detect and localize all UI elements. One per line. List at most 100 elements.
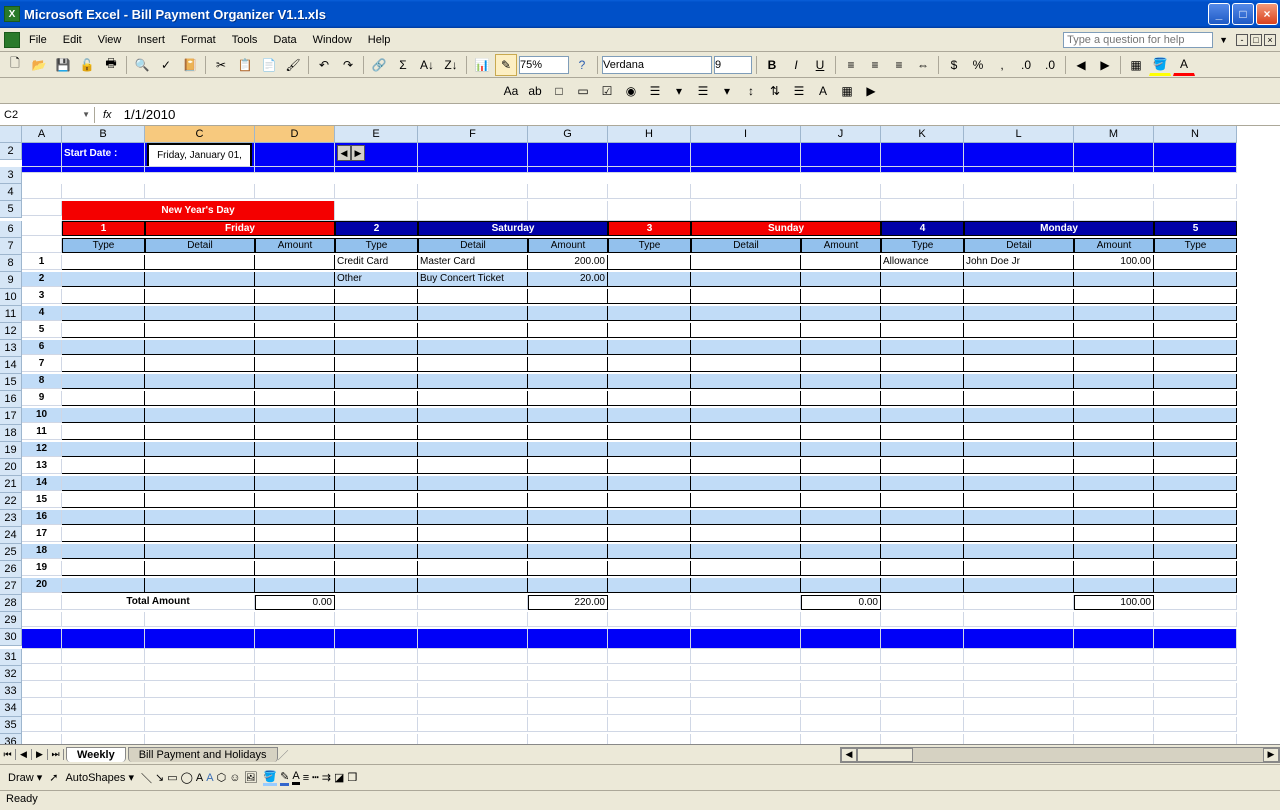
fx-icon[interactable]: fx bbox=[95, 109, 120, 121]
sort-desc-icon[interactable]: Z↓ bbox=[440, 54, 462, 76]
autoshapes-menu[interactable]: AutoShapes ▾ bbox=[61, 771, 138, 784]
increase-decimal-icon[interactable]: .0 bbox=[1015, 54, 1037, 76]
help-dropdown-icon[interactable]: ▼ bbox=[1219, 35, 1228, 45]
new-icon[interactable]: 🗋 bbox=[4, 54, 26, 76]
align-center-icon[interactable]: ≡ bbox=[864, 54, 886, 76]
decrease-indent-icon[interactable]: ◀ bbox=[1070, 54, 1092, 76]
listbox-icon[interactable]: ☰ bbox=[644, 80, 666, 102]
name-box[interactable]: C2 ▼ bbox=[0, 107, 95, 123]
menu-help[interactable]: Help bbox=[361, 32, 398, 48]
doc-close-button[interactable]: × bbox=[1264, 34, 1276, 46]
formula-input[interactable] bbox=[120, 105, 1280, 124]
group-box-icon[interactable]: □ bbox=[548, 80, 570, 102]
fill-color-draw-icon[interactable]: 🪣 bbox=[263, 770, 277, 786]
merge-center-icon[interactable]: ⇔ bbox=[912, 54, 934, 76]
font-size-input[interactable] bbox=[714, 56, 752, 74]
font-color-draw-icon[interactable]: A bbox=[292, 770, 299, 785]
shadow-icon[interactable]: ◪ bbox=[334, 771, 344, 784]
paste-icon[interactable]: 📄 bbox=[258, 54, 280, 76]
textbox-icon[interactable]: A bbox=[196, 772, 203, 784]
align-right-icon[interactable]: ≡ bbox=[888, 54, 910, 76]
doc-restore-button[interactable]: □ bbox=[1250, 34, 1262, 46]
line-color-icon[interactable]: ✎ bbox=[280, 770, 289, 786]
help-icon[interactable]: ? bbox=[571, 54, 593, 76]
toggle-grid-icon[interactable]: ▦ bbox=[836, 80, 858, 102]
3d-icon[interactable]: ❒ bbox=[347, 771, 357, 784]
bold-icon[interactable]: B bbox=[761, 54, 783, 76]
percent-icon[interactable]: % bbox=[967, 54, 989, 76]
diagram-icon[interactable]: ⬡ bbox=[217, 771, 227, 784]
rectangle-icon[interactable]: ▭ bbox=[167, 771, 177, 784]
sheet-tab-weekly[interactable]: Weekly bbox=[66, 747, 126, 762]
fill-color-icon[interactable]: 🪣 bbox=[1149, 54, 1171, 76]
spinner-icon[interactable]: ⇅ bbox=[764, 80, 786, 102]
menu-window[interactable]: Window bbox=[306, 32, 359, 48]
comma-icon[interactable]: , bbox=[991, 54, 1013, 76]
tab-nav-prev-icon[interactable]: ◀ bbox=[16, 749, 32, 760]
redo-icon[interactable]: ↷ bbox=[337, 54, 359, 76]
scrollbar-icon[interactable]: ↕ bbox=[740, 80, 762, 102]
borders-icon[interactable]: ▦ bbox=[1125, 54, 1147, 76]
research-icon[interactable]: 📔 bbox=[179, 54, 201, 76]
combo-list-icon[interactable]: ☰ bbox=[692, 80, 714, 102]
arrow-style-icon[interactable]: ⇉ bbox=[322, 771, 331, 784]
format-painter-icon[interactable]: 🖌 bbox=[282, 54, 304, 76]
minimize-button[interactable]: _ bbox=[1208, 3, 1230, 25]
combo-drop-icon[interactable]: ▾ bbox=[716, 80, 738, 102]
worksheet[interactable]: ABCDEFGHIJKLMN2Start Date :Friday, Janua… bbox=[0, 126, 1280, 744]
combobox-icon[interactable]: ▾ bbox=[668, 80, 690, 102]
sort-asc-icon[interactable]: A↓ bbox=[416, 54, 438, 76]
properties-icon[interactable]: ☰ bbox=[788, 80, 810, 102]
dash-style-icon[interactable]: ┅ bbox=[312, 771, 319, 784]
arrow-icon[interactable]: ↘ bbox=[155, 771, 164, 784]
menu-file[interactable]: File bbox=[22, 32, 54, 48]
align-left-icon[interactable]: ≡ bbox=[840, 54, 862, 76]
open-icon[interactable]: 📂 bbox=[28, 54, 50, 76]
menu-edit[interactable]: Edit bbox=[56, 32, 89, 48]
doc-minimize-button[interactable]: - bbox=[1236, 34, 1248, 46]
option-icon[interactable]: ◉ bbox=[620, 80, 642, 102]
draw-menu[interactable]: Draw ▾ bbox=[4, 771, 46, 784]
checkbox-icon[interactable]: ☑ bbox=[596, 80, 618, 102]
zoom-input[interactable] bbox=[519, 56, 569, 74]
run-dialog-icon[interactable]: ▶ bbox=[860, 80, 882, 102]
increase-indent-icon[interactable]: ▶ bbox=[1094, 54, 1116, 76]
cut-icon[interactable]: ✂ bbox=[210, 54, 232, 76]
scroll-left-icon[interactable]: ◀ bbox=[841, 748, 857, 762]
chart-wizard-icon[interactable]: 📊 bbox=[471, 54, 493, 76]
picture-icon[interactable]: 🖼 bbox=[243, 771, 257, 784]
italic-icon[interactable]: I bbox=[785, 54, 807, 76]
underline-icon[interactable]: U bbox=[809, 54, 831, 76]
edit-box-icon[interactable]: ab bbox=[524, 80, 546, 102]
menu-format[interactable]: Format bbox=[174, 32, 223, 48]
close-button[interactable]: × bbox=[1256, 3, 1278, 25]
horizontal-scrollbar[interactable]: ◀ ▶ bbox=[840, 747, 1280, 763]
oval-icon[interactable]: ◯ bbox=[181, 771, 193, 784]
select-objects-icon[interactable]: ➚ bbox=[49, 771, 58, 784]
label-icon[interactable]: Aa bbox=[500, 80, 522, 102]
line-style-icon[interactable]: ≡ bbox=[303, 772, 309, 784]
help-search-input[interactable] bbox=[1063, 32, 1213, 48]
spelling-icon[interactable]: ✓ bbox=[155, 54, 177, 76]
tab-nav-next-icon[interactable]: ▶ bbox=[32, 749, 48, 760]
autosum-icon[interactable]: Σ bbox=[392, 54, 414, 76]
print-icon[interactable]: 🖶 bbox=[100, 54, 122, 76]
currency-icon[interactable]: $ bbox=[943, 54, 965, 76]
scroll-thumb[interactable] bbox=[857, 748, 913, 762]
menu-data[interactable]: Data bbox=[266, 32, 303, 48]
menu-tools[interactable]: Tools bbox=[225, 32, 265, 48]
hyperlink-icon[interactable]: 🔗 bbox=[368, 54, 390, 76]
font-name-input[interactable] bbox=[602, 56, 712, 74]
button-icon[interactable]: ▭ bbox=[572, 80, 594, 102]
save-icon[interactable]: 💾 bbox=[52, 54, 74, 76]
drawing-icon[interactable]: ✎ bbox=[495, 54, 517, 76]
tab-nav-last-icon[interactable]: ⏭ bbox=[48, 749, 64, 760]
scroll-right-icon[interactable]: ▶ bbox=[1263, 748, 1279, 762]
menu-view[interactable]: View bbox=[91, 32, 129, 48]
menu-insert[interactable]: Insert bbox=[130, 32, 172, 48]
tab-nav-first-icon[interactable]: ⏮ bbox=[0, 749, 16, 760]
permission-icon[interactable]: 🔓 bbox=[76, 54, 98, 76]
maximize-button[interactable]: □ bbox=[1232, 3, 1254, 25]
font-color-icon[interactable]: A bbox=[1173, 54, 1195, 76]
code-icon[interactable]: A bbox=[812, 80, 834, 102]
